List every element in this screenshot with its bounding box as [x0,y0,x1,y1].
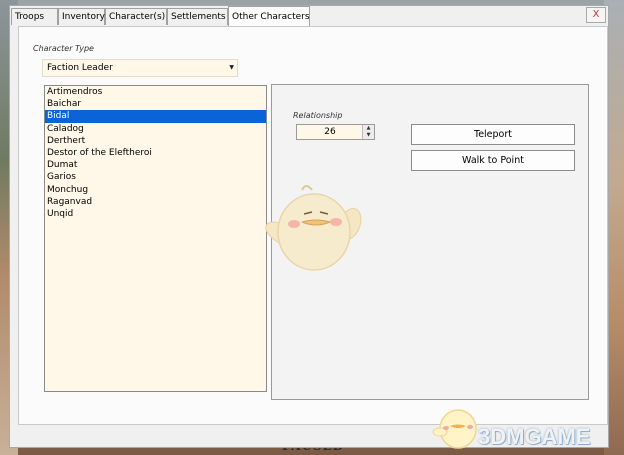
tab-strip: Troops Inventory Character(s) Settlement… [10,6,608,26]
chevron-down-icon: ▼ [229,64,234,71]
list-item[interactable]: Artimendros [45,86,266,98]
list-item[interactable]: Unqid [45,208,266,220]
walk-to-point-button[interactable]: Walk to Point [411,150,575,171]
tab-characters[interactable]: Character(s) [105,8,167,25]
chick-mascot-icon [265,185,362,271]
tab-inventory[interactable]: Inventory [58,8,105,25]
list-item[interactable]: Garios [45,171,266,183]
list-item-selected[interactable]: Bidal [45,110,266,123]
list-item[interactable]: Derthert [45,135,266,147]
watermark-text: 3DMGAME [478,424,591,449]
stepper-down-icon[interactable]: ▼ [363,132,374,139]
list-item[interactable]: Raganvad [45,196,266,208]
tab-settlements[interactable]: Settlements [167,8,228,25]
character-list[interactable]: Artimendros Baichar Bidal Caladog Derthe… [44,85,267,392]
relationship-stepper[interactable]: 26 ▲ ▼ [296,124,375,140]
teleport-button[interactable]: Teleport [411,124,575,145]
character-type-label: Character Type [33,44,94,53]
close-button[interactable]: X [586,7,606,23]
character-type-dropdown[interactable]: Faction Leader ▼ [42,59,238,77]
relationship-label: Relationship [293,111,343,120]
character-type-value: Faction Leader [47,63,113,73]
list-item[interactable]: Destor of the Eleftheroi [45,147,266,159]
list-item[interactable]: Caladog [45,123,266,135]
tab-other-characters[interactable]: Other Characters [228,6,310,26]
stepper-buttons: ▲ ▼ [362,125,374,139]
relationship-value[interactable]: 26 [297,127,363,137]
tab-troops[interactable]: Troops [11,8,58,25]
close-icon: X [592,9,600,20]
list-item[interactable]: Baichar [45,98,266,110]
watermark-chick-icon [432,409,477,449]
list-item[interactable]: Dumat [45,159,266,171]
list-item[interactable]: Monchug [45,184,266,196]
